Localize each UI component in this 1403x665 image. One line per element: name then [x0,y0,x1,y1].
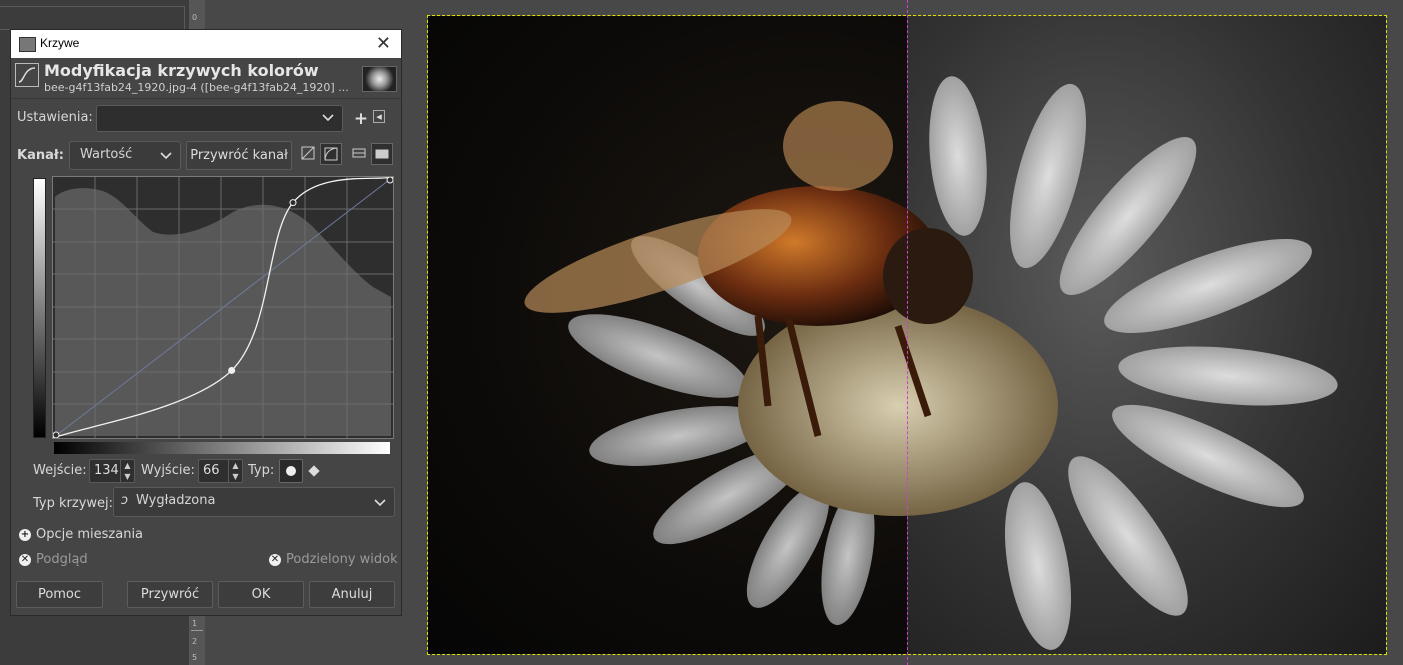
chevron-down-icon [322,114,334,122]
curve-mode-icon[interactable] [349,146,369,166]
help-button[interactable]: Pomoc [16,581,103,608]
curve-type-value: Wygładzona [136,493,216,508]
curve-graph[interactable] [52,176,394,439]
ok-button[interactable]: OK [218,581,304,608]
expand-blending-icon[interactable]: + [19,529,31,541]
dialog-heading: Modyfikacja krzywych kolorów [44,61,319,80]
input-label: Wejście: [33,463,87,478]
close-icon[interactable]: ✕ [376,33,391,54]
image-name: bee-g4f13fab24_1920.jpg-4 ([bee-g4f13fab… [44,81,349,94]
gimp-app-icon [19,37,36,52]
presets-combo[interactable] [96,105,343,132]
curve-glyph-icon: ↄ [121,493,129,508]
toolbox-strip [0,6,185,30]
chevron-down-icon [160,152,172,160]
channel-label: Kanał: [17,148,64,163]
ruler-number: 5 [192,653,198,662]
curve-control-point[interactable] [386,176,394,184]
dialog-titlebar[interactable]: Krzywe ✕ [11,30,401,58]
curve-control-point[interactable] [228,366,236,374]
reset-button[interactable]: Przywróć [127,581,213,608]
curve-control-point[interactable] [289,199,297,207]
curve-canvas[interactable] [52,176,394,439]
curve-type-label: Typ krzywej: [33,496,114,511]
corner-point-icon[interactable] [304,461,324,481]
input-gradient-bar [54,442,390,454]
input-spinner[interactable]: 134 ▲ ▼ [89,459,135,483]
spin-arrows-icon[interactable]: ▲ ▼ [228,460,242,482]
dialog-header: Modyfikacja krzywych kolorów bee-g4f13fa… [11,59,401,97]
cancel-button[interactable]: Anuluj [309,581,395,608]
log-histogram-icon[interactable] [320,143,342,165]
output-value: 66 [203,463,220,478]
freehand-mode-icon[interactable] [371,143,393,165]
type-label: Typ: [248,463,275,478]
input-value: 134 [94,463,119,478]
linear-histogram-icon[interactable] [298,146,318,166]
spin-arrows-icon[interactable]: ▲ ▼ [120,460,134,482]
ruler-number: 1 [192,619,198,628]
blending-options-label[interactable]: Opcje mieszania [36,527,143,542]
reset-channel-button[interactable]: Przywróć kanał [186,141,292,170]
curve-control-point[interactable] [52,431,60,439]
presets-label: Ustawienia: [17,110,93,125]
ruler-number: 0 [192,13,198,22]
channel-combo[interactable]: Wartość [69,141,181,170]
preview-label[interactable]: Podgląd [36,552,88,567]
split-view-guide[interactable] [907,0,908,665]
ruler-number: 2 [192,637,198,646]
preset-menu-icon[interactable]: ◂ [373,110,385,123]
output-gradient-bar [33,178,46,438]
chevron-down-icon [374,499,386,507]
channel-value: Wartość [80,147,133,162]
split-view-label[interactable]: Podzielony widok [286,552,398,567]
output-spinner[interactable]: 66 ▲ ▼ [198,459,243,483]
curves-icon [15,63,39,87]
add-preset-icon[interactable]: + [351,109,371,129]
curves-dialog: Krzywe ✕ Modyfikacja krzywych kolorów be… [10,29,402,616]
window-title: Krzywe [40,36,80,50]
smooth-point-icon[interactable] [279,459,303,483]
preview-checkbox[interactable]: ✕ [19,554,31,566]
histogram [55,188,391,436]
image-thumbnail [362,66,397,92]
output-label: Wyjście: [141,463,195,478]
split-view-checkbox[interactable]: ✕ [269,554,281,566]
curve-type-combo[interactable]: ↄ Wygładzona [113,487,395,517]
